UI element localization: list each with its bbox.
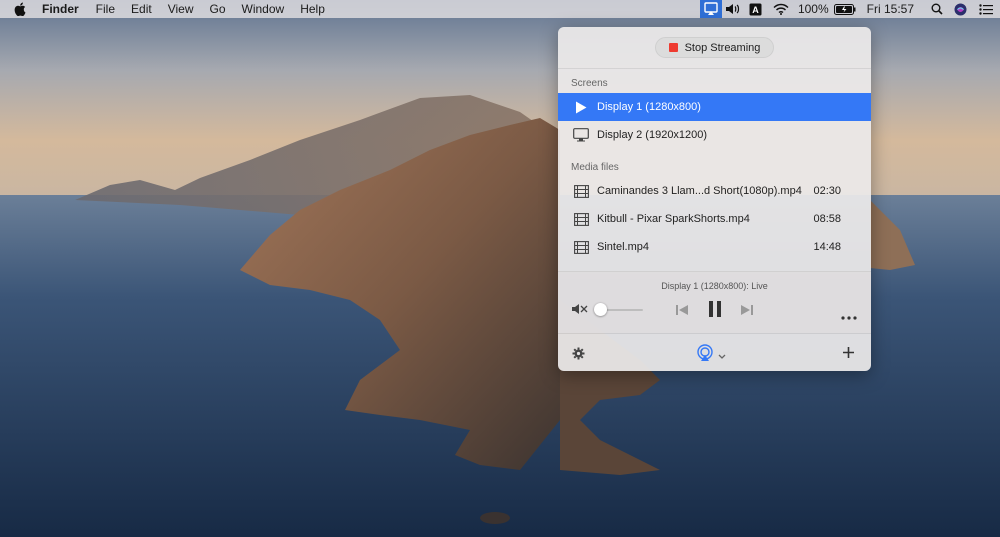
menu-window[interactable]: Window [242, 2, 285, 16]
volume-slider-knob[interactable] [593, 303, 607, 316]
menu-file[interactable]: File [96, 2, 115, 16]
panel-footer [558, 333, 871, 371]
battery-percentage: 100% [797, 2, 829, 16]
spotlight-icon[interactable] [926, 0, 948, 18]
next-track-button[interactable] [740, 303, 754, 321]
stream-status: Display 1 (1280x800): Live [661, 281, 768, 291]
film-icon [572, 212, 590, 226]
menubar-clock[interactable]: Fri 15:57 [867, 2, 914, 16]
airplay-audio-icon [696, 344, 714, 367]
media-item-duration: 08:58 [813, 213, 841, 225]
menu-go[interactable]: Go [210, 2, 226, 16]
keyboard-input-icon[interactable]: A [744, 0, 768, 18]
mute-icon[interactable] [571, 302, 589, 321]
settings-gear-icon[interactable] [572, 347, 585, 365]
play-icon [572, 101, 590, 114]
volume-icon[interactable] [722, 0, 744, 18]
screen-item-display-1[interactable]: Display 1 (1280x800) [558, 93, 871, 121]
media-item-duration: 02:30 [813, 185, 841, 197]
film-icon [572, 240, 590, 254]
media-item-caminandes[interactable]: Caminandes 3 Llam...d Short(1080p).mp4 0… [558, 177, 871, 205]
stop-streaming-button[interactable]: Stop Streaming [654, 37, 775, 58]
media-item-sintel[interactable]: Sintel.mp4 14:48 [558, 233, 871, 261]
menu-bar: Finder File Edit View Go Window Help A 1… [0, 0, 1000, 18]
media-section-title: Media files [571, 162, 619, 173]
stop-icon [668, 43, 678, 52]
siri-icon[interactable] [948, 0, 972, 18]
playback-controls: Display 1 (1280x800): Live [558, 271, 871, 333]
menu-help[interactable]: Help [300, 2, 325, 16]
media-item-label: Kitbull - Pixar SparkShorts.mp4 [597, 213, 750, 225]
monitor-icon [572, 128, 590, 142]
airplay-target-button[interactable] [696, 344, 726, 367]
screen-item-display-2[interactable]: Display 2 (1920x1200) [558, 121, 871, 149]
battery-icon[interactable] [833, 0, 857, 18]
streaming-popover: Stop Streaming Screens Display 1 (1280x8… [558, 27, 871, 371]
menu-edit[interactable]: Edit [131, 2, 152, 16]
screens-section-title: Screens [571, 78, 608, 89]
wifi-icon[interactable] [768, 0, 794, 18]
add-icon[interactable] [842, 346, 855, 364]
svg-text:A: A [753, 5, 760, 15]
media-item-label: Sintel.mp4 [597, 241, 649, 253]
status-area: A 100% Fri 15:57 [699, 0, 1000, 18]
panel-header: Stop Streaming [558, 27, 871, 69]
airplay-app-icon[interactable] [699, 0, 722, 18]
pause-button[interactable] [708, 300, 722, 323]
media-item-label: Caminandes 3 Llam...d Short(1080p).mp4 [597, 185, 802, 197]
more-options-icon[interactable] [841, 307, 857, 325]
control-center-icon[interactable] [972, 0, 1000, 18]
previous-track-button[interactable] [675, 303, 689, 321]
stop-streaming-label: Stop Streaming [684, 41, 761, 54]
apple-icon[interactable] [14, 2, 28, 16]
screen-item-label: Display 1 (1280x800) [597, 101, 701, 113]
media-item-kitbull[interactable]: Kitbull - Pixar SparkShorts.mp4 08:58 [558, 205, 871, 233]
screen-item-label: Display 2 (1920x1200) [597, 129, 708, 141]
film-icon [572, 184, 590, 198]
chevron-down-icon [718, 347, 726, 365]
menu-finder[interactable]: Finder [42, 2, 79, 16]
media-item-duration: 14:48 [813, 241, 841, 253]
menu-view[interactable]: View [168, 2, 194, 16]
